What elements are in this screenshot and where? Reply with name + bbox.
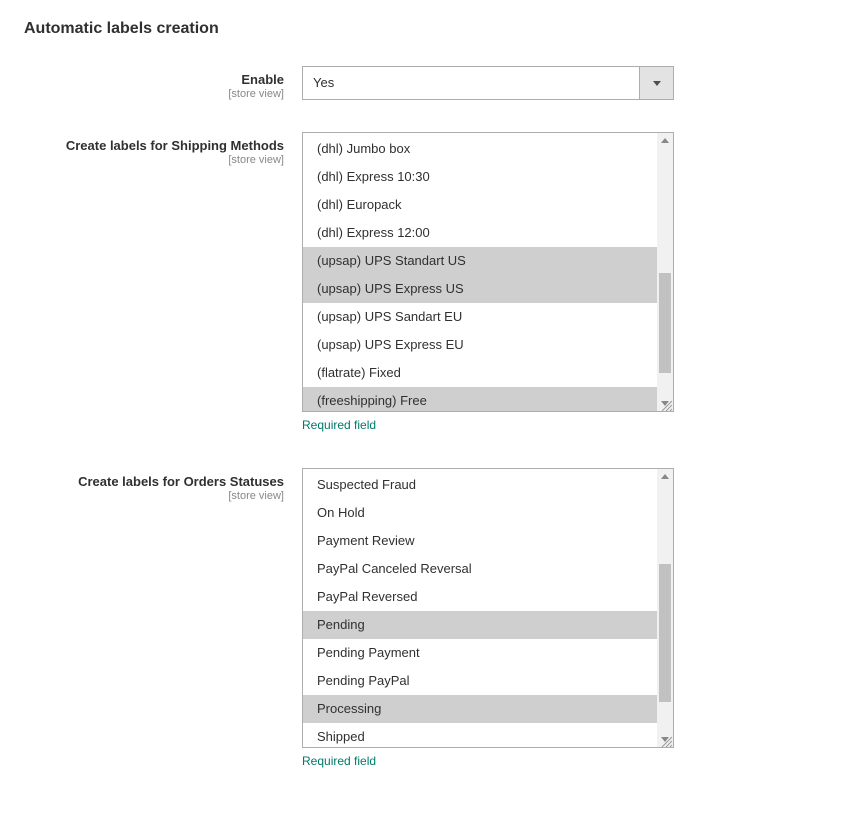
listbox-option[interactable]: PayPal Reversed [303, 583, 657, 611]
enable-select[interactable]: Yes [302, 66, 674, 100]
section-title: Automatic labels creation [24, 20, 822, 38]
chevron-down-icon [661, 401, 669, 406]
listbox-option[interactable]: (dhl) Europack [303, 191, 657, 219]
listbox-option[interactable]: (dhl) Express 10:30 [303, 163, 657, 191]
enable-select-value: Yes [303, 67, 639, 99]
order-statuses-listbox[interactable]: Suspected FraudOn HoldPayment ReviewPayP… [302, 468, 674, 748]
label-col: Create labels for Shipping Methods [stor… [24, 132, 302, 166]
listbox-option[interactable]: (upsap) UPS Express EU [303, 331, 657, 359]
shipping-methods-note: Required field [302, 418, 702, 432]
chevron-down-icon [653, 81, 661, 86]
listbox-option[interactable]: PayPal Canceled Reversal [303, 555, 657, 583]
scroll-down-button[interactable] [657, 732, 673, 747]
listbox-option[interactable]: Suspected Fraud [303, 471, 657, 499]
listbox-option[interactable]: (upsap) UPS Express US [303, 275, 657, 303]
scroll-down-button[interactable] [657, 396, 673, 411]
order-statuses-label: Create labels for Orders Statuses [24, 474, 284, 489]
listbox-option[interactable]: (upsap) UPS Standart US [303, 247, 657, 275]
enable-scope: [store view] [24, 88, 284, 100]
listbox-option[interactable]: Shipped [303, 723, 657, 747]
listbox-option[interactable]: (dhl) Jumbo box [303, 135, 657, 163]
scrollbar-thumb[interactable] [659, 273, 671, 373]
chevron-down-icon [661, 737, 669, 742]
listbox-option[interactable]: Processing [303, 695, 657, 723]
shipping-methods-label: Create labels for Shipping Methods [24, 138, 284, 153]
listbox-option[interactable]: Payment Review [303, 527, 657, 555]
field-shipping-methods: Create labels for Shipping Methods [stor… [24, 132, 822, 460]
shipping-methods-scope: [store view] [24, 154, 284, 166]
listbox-option[interactable]: (freeshipping) Free [303, 387, 657, 411]
scroll-up-button[interactable] [657, 133, 673, 148]
scrollbar-thumb[interactable] [659, 564, 671, 702]
scrollbar[interactable] [657, 133, 673, 411]
enable-label: Enable [24, 72, 284, 87]
order-statuses-note: Required field [302, 754, 702, 768]
order-statuses-scope: [store view] [24, 490, 284, 502]
enable-select-arrow[interactable] [639, 67, 673, 99]
listbox-option[interactable]: Pending [303, 611, 657, 639]
label-col: Enable [store view] [24, 66, 302, 100]
chevron-up-icon [661, 138, 669, 143]
listbox-option[interactable]: (dhl) Express 12:00 [303, 219, 657, 247]
shipping-methods-listbox[interactable]: (dhl) Jumbo box(dhl) Express 10:30(dhl) … [302, 132, 674, 412]
scroll-up-button[interactable] [657, 469, 673, 484]
listbox-option[interactable]: Pending PayPal [303, 667, 657, 695]
listbox-option[interactable]: (flatrate) Fixed [303, 359, 657, 387]
listbox-option[interactable]: On Hold [303, 499, 657, 527]
scrollbar[interactable] [657, 469, 673, 747]
label-col: Create labels for Orders Statuses [store… [24, 468, 302, 502]
field-enable: Enable [store view] Yes [24, 66, 822, 100]
chevron-up-icon [661, 474, 669, 479]
listbox-option[interactable]: Pending Payment [303, 639, 657, 667]
field-order-statuses: Create labels for Orders Statuses [store… [24, 468, 822, 796]
listbox-option[interactable]: (upsap) UPS Sandart EU [303, 303, 657, 331]
